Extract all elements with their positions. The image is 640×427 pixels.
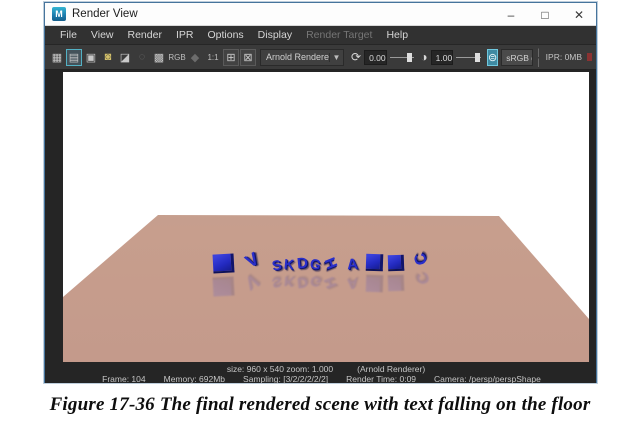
letter-cube [213, 276, 235, 296]
contrast-icon: ◑ [420, 50, 427, 64]
status-segment: size: 960 x 540 zoom: 1.000 [227, 364, 333, 374]
exposure-field[interactable]: 0.00 [364, 50, 387, 65]
status-segment: Frame: 104 [102, 374, 145, 384]
toolbar-icon-group: ▦▤▣◙◪◌▩RGB◆1:1⊞⊠ [49, 49, 257, 66]
letter-cube [213, 253, 235, 273]
figure-caption: Figure 17-36 The final rendered scene wi… [0, 394, 640, 416]
letter-cube [366, 254, 384, 272]
pause-ipr-icon[interactable]: ◌ [134, 49, 150, 66]
renderer-dropdown-value: Arnold Renderer [261, 52, 329, 62]
letter-cube [388, 275, 405, 292]
status-segment: (Arnold Renderer) [357, 364, 425, 374]
alpha-channel-icon[interactable]: ◆ [187, 49, 203, 66]
menu-item-ipr[interactable]: IPR [169, 26, 201, 45]
one-to-one-icon[interactable]: 1:1 [204, 49, 222, 66]
status-segment: Memory: 692Mb [164, 374, 225, 384]
close-button[interactable]: ✕ [562, 3, 596, 26]
letter-glyph: K [283, 257, 295, 272]
chevron-down-icon: ▼ [329, 53, 343, 62]
gamma-field[interactable]: 1.00 [431, 50, 454, 65]
letter-glyph: A [346, 257, 358, 273]
letter-cube [366, 275, 384, 293]
slider-handle[interactable] [475, 53, 480, 62]
page: M Render View –□✕ FileViewRenderIPROptio… [0, 0, 640, 427]
render-view-window: M Render View –□✕ FileViewRenderIPROptio… [44, 2, 597, 383]
render-current-frame-icon[interactable]: ▦ [49, 49, 65, 66]
title-bar[interactable]: M Render View –□✕ [45, 3, 596, 26]
rgb-channels-icon[interactable]: RGB [168, 49, 186, 66]
renderer-dropdown[interactable]: Arnold Renderer ▼ [260, 49, 344, 66]
menu-item-display[interactable]: Display [251, 26, 299, 45]
toolbar: ▦▤▣◙◪◌▩RGB◆1:1⊞⊠ Arnold Renderer ▼ ⟳ 0.0… [45, 45, 596, 70]
menu-item-help[interactable]: Help [379, 26, 415, 45]
ipr-render-icon[interactable]: ◙ [100, 49, 116, 66]
letter-glyph: D [296, 274, 308, 290]
redo-previous-render-icon[interactable]: ▤ [66, 49, 82, 66]
slider-handle[interactable] [407, 53, 412, 62]
render-area: VVSSKKDDGGHHAACC size: 960 x 540 zoom: 1… [45, 70, 596, 383]
window-title: Render View [72, 8, 138, 20]
render-settings-icon[interactable]: ▩ [151, 49, 167, 66]
remove-image-icon[interactable]: ⊠ [240, 49, 256, 66]
stop-ipr-icon[interactable] [587, 53, 592, 61]
gamma-slider[interactable] [456, 50, 481, 65]
maya-app-icon: M [52, 7, 66, 21]
render-stats-status: Frame: 104 Memory: 692Mb Sampling: [3/2/2/… [45, 374, 598, 384]
status-segment: Render Time: 0:09 [346, 374, 416, 384]
window-controls: –□✕ [494, 3, 596, 26]
image-size-status: size: 960 x 540 zoom: 1.000 (Arnold Rende… [63, 364, 589, 374]
menu-item-render[interactable]: Render [121, 26, 169, 45]
menu-item-options[interactable]: Options [200, 26, 250, 45]
minimize-button[interactable]: – [494, 3, 528, 26]
letter-cube [388, 255, 405, 272]
keep-image-icon[interactable]: ⊞ [223, 49, 239, 66]
letter-glyph: D [296, 255, 308, 271]
letter-glyph: A [346, 276, 358, 292]
refresh-render-icon[interactable]: ⟳ [351, 50, 361, 64]
menu-item-file[interactable]: File [53, 26, 84, 45]
letter-glyph: K [283, 275, 295, 290]
menu-item-render-target: Render Target [299, 26, 379, 45]
ipr-memory-label: IPR: 0MB [546, 52, 582, 62]
render-region-icon[interactable]: ◪ [117, 49, 133, 66]
status-segment: Sampling: [3/2/2/2/2/2] [243, 374, 328, 384]
menu-bar: FileViewRenderIPROptionsDisplayRender Ta… [45, 26, 596, 45]
color-space-dropdown[interactable]: sRGB gamm [501, 49, 533, 66]
color-management-toggle[interactable]: ⊜ [487, 49, 498, 66]
rendered-image[interactable]: VVSSKKDDGGHHAACC [63, 72, 589, 362]
floor-plane [63, 72, 589, 362]
maximize-button[interactable]: □ [528, 3, 562, 26]
menu-item-view[interactable]: View [84, 26, 121, 45]
snapshot-icon[interactable]: ▣ [83, 49, 99, 66]
exposure-slider[interactable] [390, 50, 415, 65]
status-segment: Camera: /persp/perspShape [434, 374, 541, 384]
pause-ipr-icon[interactable]: | | [537, 47, 541, 67]
